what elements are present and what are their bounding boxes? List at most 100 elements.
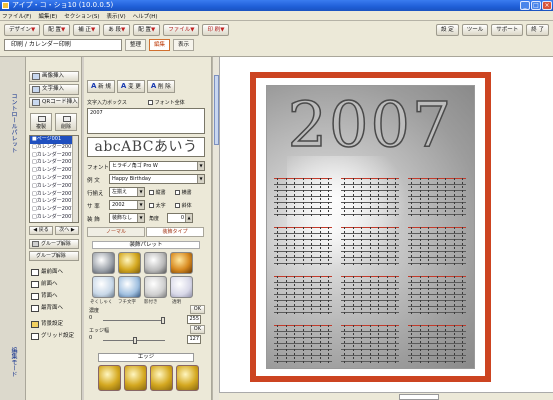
edge-swatch[interactable] (176, 365, 199, 391)
calendar-page[interactable]: 2007 (266, 85, 475, 369)
list-item[interactable]: □カレンダー2007 (30, 167, 78, 175)
toolbar-arrange-button[interactable]: 配 置▼ (133, 24, 161, 36)
month-column (352, 178, 354, 216)
menu-file[interactable]: ファイル(F) (2, 12, 31, 20)
text-new-tab[interactable]: A 新 規 (87, 80, 115, 93)
size-select[interactable]: 2002 ▼ (109, 200, 145, 210)
tab-decoration-type[interactable]: 装飾タイプ (146, 227, 204, 237)
insert-text-button[interactable]: 文字挿入 (29, 84, 79, 95)
calendar-year[interactable]: 2007 (267, 89, 474, 161)
selected-page-frame[interactable]: 2007 (250, 72, 491, 382)
panel-scrollbar[interactable] (212, 57, 219, 400)
depth-apply-button[interactable]: OK (189, 305, 205, 314)
swatch-blue[interactable] (118, 276, 141, 298)
swatch-silver[interactable] (92, 252, 115, 274)
prev-button[interactable]: ◀ 戻る (29, 226, 53, 235)
month-block (340, 221, 400, 267)
tab-normal[interactable]: ノーマル (87, 227, 145, 237)
decoration-select[interactable]: 装飾なし ▼ (109, 213, 145, 223)
menu-edit[interactable]: 編集(E) (38, 12, 57, 20)
bold-checkbox[interactable]: 太字 (149, 202, 166, 209)
month-column (369, 325, 371, 363)
slider-thumb[interactable] (161, 317, 165, 324)
toolbar-layout-button[interactable]: 配 置▼ (43, 24, 71, 36)
depth-slider[interactable]: 0 255 (89, 315, 205, 325)
toolbar-design-button[interactable]: デザイン▼ (4, 24, 41, 36)
list-item[interactable]: □カレンダー2007 (30, 206, 78, 214)
month-column (378, 227, 379, 265)
edge-value[interactable]: 127 (187, 335, 201, 344)
swatch-white[interactable] (144, 276, 167, 298)
minimize-button[interactable]: _ (520, 1, 530, 10)
month-column (395, 325, 396, 363)
swatch-chrome[interactable] (144, 252, 167, 274)
toolbar-print-button[interactable]: 印 刷▼ (202, 24, 230, 36)
swatch-ice[interactable] (92, 276, 115, 298)
font-select[interactable]: ヒラギノ角ゴ Pro W ▼ (109, 161, 205, 171)
close-button[interactable]: × (542, 1, 552, 10)
duplicate-button[interactable]: 複製 (30, 113, 52, 131)
group-button[interactable]: グループ解除 (29, 239, 79, 249)
list-item[interactable]: □カレンダー2007 (30, 183, 78, 191)
tab-organize[interactable]: 整理 (125, 39, 147, 51)
month-column (386, 325, 388, 363)
ungroup-button[interactable]: グループ解除 (29, 251, 79, 261)
bring-forward-button[interactable]: 前面へ (29, 279, 79, 290)
italic-checkbox[interactable]: 斜体 (175, 202, 192, 209)
object-list[interactable]: ■ページ001 □カレンダー2007 □カレンダー2007 □カレンダー2007… (29, 135, 79, 223)
next-button[interactable]: 次へ ▶ (55, 226, 79, 235)
edge-slider[interactable]: 0 127 (89, 335, 205, 345)
support-button[interactable]: サポート (491, 24, 524, 36)
settings-button[interactable]: 設 定 (435, 24, 459, 36)
swatch-bronze[interactable] (170, 252, 193, 274)
edge-swatch[interactable] (150, 365, 173, 391)
horizontal-option[interactable]: 横書 (175, 189, 192, 196)
toolbar-file-button[interactable]: ファイル▼ (163, 24, 200, 36)
text-change-tab[interactable]: A 変 更 (116, 80, 145, 93)
toolbar-correct-button[interactable]: 補 正▼ (73, 24, 101, 36)
toolbar-step-button[interactable]: あ 段▼ (103, 24, 131, 36)
align-select[interactable]: 左揃え ▼ (109, 187, 145, 197)
text-input[interactable]: 2007 (87, 108, 205, 134)
vertical-option[interactable]: 縦書 (149, 189, 166, 196)
edit-mode-label[interactable]: 編集モード (8, 347, 18, 377)
tools-button[interactable]: ツール (461, 24, 489, 36)
slider-thumb[interactable] (133, 337, 137, 344)
insert-image-button[interactable]: 画像挿入 (29, 71, 79, 82)
grid-settings-button[interactable]: グリッド設定 (29, 331, 79, 342)
menu-view[interactable]: 表示(V) (107, 12, 126, 20)
menu-help[interactable]: ヘルプ(H) (133, 12, 158, 20)
edge-swatch[interactable] (124, 365, 147, 391)
month-column (386, 178, 388, 216)
insert-qrcode-button[interactable]: QRコード挿入 (29, 97, 79, 108)
bring-front-button[interactable]: 最前面へ (29, 267, 79, 278)
edge-apply-button[interactable]: OK (189, 325, 205, 334)
delete-button[interactable]: 削除 (55, 113, 77, 131)
month-column (302, 276, 304, 314)
month-column (361, 178, 362, 216)
list-item[interactable]: □カレンダー2007 (30, 144, 78, 152)
list-item[interactable]: □カレンダー2007 (30, 214, 78, 222)
swatch-pearl[interactable] (170, 276, 193, 298)
menu-section[interactable]: セクション(S) (64, 12, 99, 20)
background-settings-button[interactable]: 背景設定 (29, 319, 79, 330)
send-backward-button[interactable]: 背面へ (29, 291, 79, 302)
list-item[interactable]: ■ページ001 (30, 136, 78, 144)
exit-button[interactable]: 終 了 (526, 24, 549, 36)
list-item[interactable]: □カレンダー2007 (30, 198, 78, 206)
list-scrollbar[interactable] (72, 136, 78, 222)
angle-input[interactable]: 0 ▲ (167, 213, 193, 223)
font-all-checkbox[interactable]: フォント全体 (148, 99, 185, 106)
month-column (328, 227, 329, 265)
sample-select[interactable]: Happy Birthday ▼ (109, 174, 205, 184)
text-delete-tab[interactable]: A 削 除 (146, 80, 175, 93)
tab-view[interactable]: 表示 (173, 39, 195, 51)
edge-swatch[interactable] (98, 365, 121, 391)
swatch-gold[interactable] (118, 252, 141, 274)
send-back-button[interactable]: 最背面へ (29, 303, 79, 314)
depth-value[interactable]: 255 (187, 315, 201, 324)
maximize-button[interactable]: □ (531, 1, 541, 10)
list-item[interactable]: □カレンダー2007 (30, 175, 78, 183)
tab-edit[interactable]: 編集 (149, 39, 171, 51)
control-palette-label[interactable]: コントロールパレット (8, 93, 18, 153)
